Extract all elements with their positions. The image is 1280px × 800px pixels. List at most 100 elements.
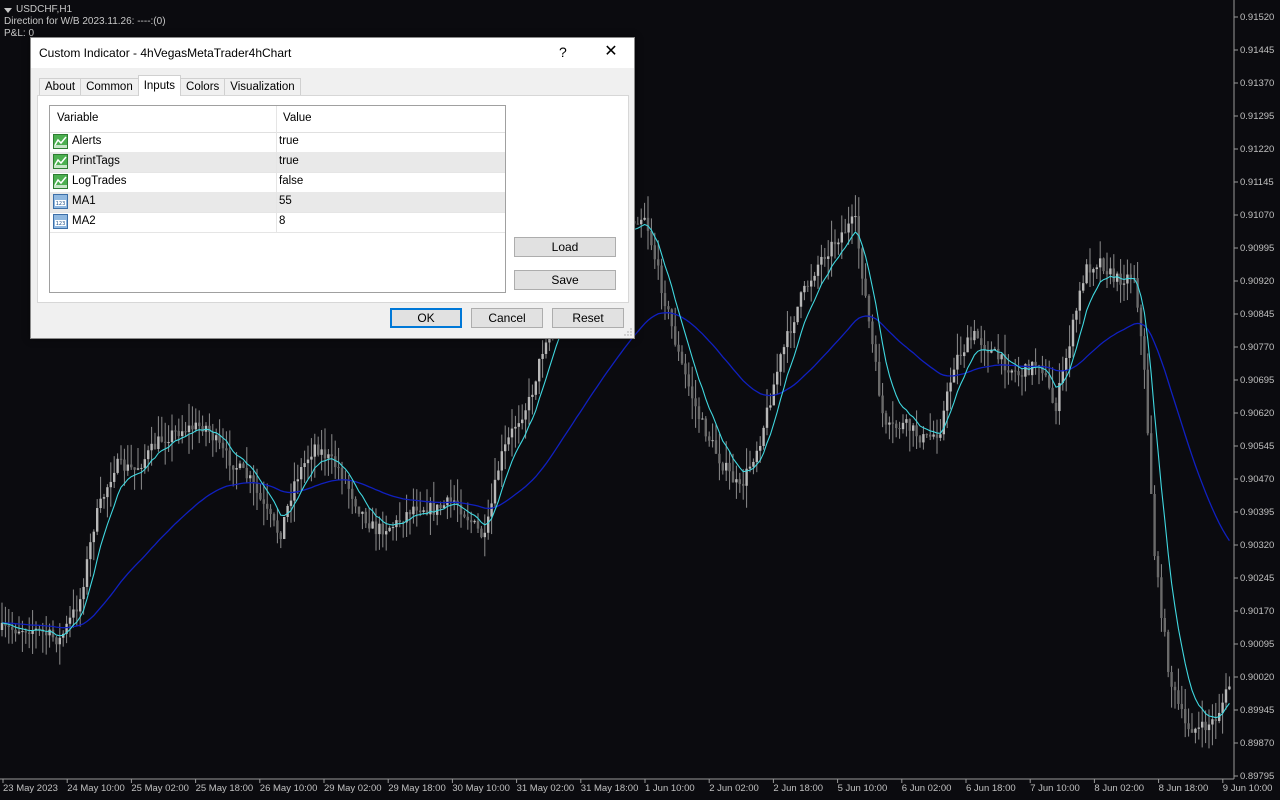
value-column-header[interactable]: Value	[283, 112, 312, 124]
time-label: 5 Jun 10:00	[838, 783, 888, 794]
candle-body	[296, 479, 299, 482]
candle-body	[813, 275, 816, 281]
candle-body	[874, 344, 877, 362]
variable-value[interactable]: false	[279, 175, 303, 187]
input-row-printtags[interactable]: PrintTags true	[50, 152, 505, 173]
candle-body	[429, 502, 432, 515]
price-label: 0.90095	[1240, 639, 1274, 650]
candle-body	[742, 483, 745, 486]
variable-value[interactable]: true	[279, 135, 299, 147]
price-label: 0.91520	[1240, 12, 1274, 23]
candle-body	[538, 358, 541, 382]
input-row-ma1[interactable]: 123 MA1 55	[50, 192, 505, 213]
candle-body	[1201, 721, 1204, 728]
candle-body	[119, 458, 123, 460]
variable-value[interactable]: true	[279, 155, 299, 167]
time-label: 29 May 18:00	[388, 783, 446, 794]
candle-body	[691, 386, 694, 399]
price-label: 0.90170	[1240, 606, 1274, 617]
candle-body	[1167, 631, 1170, 672]
help-icon[interactable]: ?	[559, 44, 567, 60]
candle-body	[830, 241, 833, 257]
candle-body	[1187, 723, 1190, 730]
dialog-tabs: About Common Inputs Colors Visualization	[39, 75, 301, 96]
tab-common[interactable]: Common	[80, 78, 139, 96]
candle-body	[1150, 433, 1153, 495]
candle-body	[354, 498, 357, 507]
input-row-logtrades[interactable]: LogTrades false	[50, 172, 505, 193]
candle-body	[769, 405, 772, 408]
candle-body	[1180, 703, 1183, 709]
candle-body	[130, 464, 133, 468]
save-button[interactable]: Save	[514, 270, 616, 290]
candle-body	[1092, 269, 1095, 273]
candle-body	[650, 230, 653, 246]
variable-value[interactable]: 55	[279, 195, 292, 207]
candle-body	[463, 514, 466, 517]
candle-body	[504, 444, 507, 452]
candle-body	[330, 454, 333, 457]
chart-header: USDCHF,H1 Direction for W/B 2023.11.26: …	[4, 4, 166, 40]
candle-body	[1071, 319, 1075, 347]
candle-body	[1082, 283, 1085, 291]
candle-body	[728, 462, 731, 472]
variable-value[interactable]: 8	[279, 215, 285, 227]
candle-body	[837, 242, 840, 245]
ok-button[interactable]: OK	[390, 308, 462, 328]
candle-body	[123, 459, 126, 471]
candle-body	[361, 511, 364, 514]
candle-body	[1075, 310, 1078, 320]
candle-body	[748, 466, 752, 469]
tab-colors[interactable]: Colors	[180, 78, 226, 96]
candle-body	[500, 451, 503, 471]
tab-visualization[interactable]: Visualization	[224, 78, 301, 96]
candle-body	[674, 326, 677, 345]
cancel-button[interactable]: Cancel	[471, 308, 543, 328]
resize-grip-icon[interactable]	[624, 328, 632, 336]
candle-body	[888, 422, 891, 425]
tab-inputs[interactable]: Inputs	[137, 75, 182, 96]
candle-body	[85, 559, 89, 587]
reset-button[interactable]: Reset	[552, 308, 624, 328]
candle-body	[925, 434, 928, 436]
candle-body	[803, 285, 806, 293]
candle-body	[810, 280, 813, 287]
dropdown-triangle-icon[interactable]	[4, 7, 12, 13]
tab-about[interactable]: About	[39, 78, 82, 96]
variable-column-header[interactable]: Variable	[57, 112, 98, 124]
time-label: 9 Jun 10:00	[1223, 783, 1273, 794]
candle-body	[102, 497, 106, 499]
candle-body	[524, 410, 527, 420]
candle-body	[806, 285, 809, 287]
candle-body	[1102, 258, 1105, 272]
close-icon[interactable]: ✕	[599, 42, 623, 62]
direction-text: Direction for W/B 2023.11.26: ----:(0)	[4, 16, 166, 27]
input-row-ma2[interactable]: 123 MA2 8	[50, 212, 505, 233]
time-label: 23 May 2023	[3, 783, 58, 794]
dialog-title: Custom Indicator - 4hVegasMetaTrader4hCh…	[39, 46, 292, 60]
price-label: 0.90845	[1240, 309, 1274, 320]
input-row-alerts[interactable]: Alerts true	[50, 132, 505, 153]
candle-body	[1122, 283, 1126, 285]
candle-body	[143, 459, 146, 468]
time-label: 6 Jun 18:00	[966, 783, 1016, 794]
dialog-titlebar[interactable]: Custom Indicator - 4hVegasMetaTrader4hCh…	[31, 38, 634, 68]
candle-body	[823, 256, 826, 259]
symbol-label[interactable]: USDCHF,H1	[4, 4, 166, 16]
candle-body	[147, 450, 150, 460]
inputs-panel: Variable Value Alerts true PrintTags tru…	[37, 95, 629, 303]
candle-body	[351, 488, 354, 499]
candle-body	[786, 331, 789, 348]
candle-body	[762, 427, 765, 446]
bool-icon	[53, 174, 68, 189]
candle-body	[755, 450, 758, 462]
time-label: 7 Jun 10:00	[1030, 783, 1080, 794]
candle-body	[422, 510, 425, 513]
grid-header: Variable Value	[50, 106, 505, 133]
candle-body	[912, 425, 915, 431]
inputs-grid: Variable Value Alerts true PrintTags tru…	[49, 105, 506, 293]
candle-body	[116, 458, 119, 473]
candle-body	[507, 437, 510, 445]
candle-body	[235, 468, 238, 470]
load-button[interactable]: Load	[514, 237, 616, 257]
